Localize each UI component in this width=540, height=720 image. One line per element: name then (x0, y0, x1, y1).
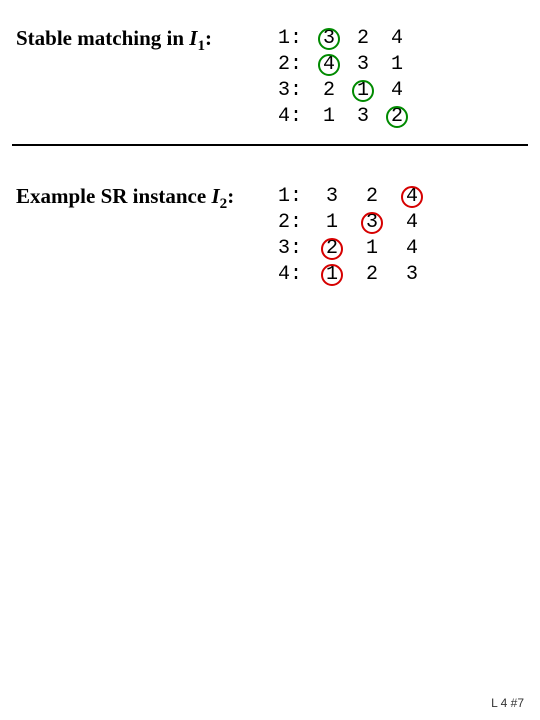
pref-cell: 4 (312, 52, 346, 78)
pref-cell: 4 (392, 184, 432, 210)
label-var: I (211, 184, 219, 208)
row-id: 4: (278, 104, 312, 130)
pref-cell: 2 (312, 78, 346, 104)
pref-cell: 2 (352, 262, 392, 288)
pref-table-1: 1: 3 2 4 2: 4 3 1 3: 2 1 4 4: 1 3 2 (278, 26, 414, 130)
pref-cell: 4 (380, 26, 414, 52)
pref-cell: 3 (392, 262, 432, 288)
pref-cell: 1 (312, 262, 352, 288)
pref-cell: 3 (312, 184, 352, 210)
highlight-circle-icon (321, 264, 343, 286)
pref-cell: 3 (346, 52, 380, 78)
section-example-sr: Example SR instance I2: 1: 3 2 4 2: 1 3 … (0, 146, 540, 288)
label-text-post: : (205, 26, 212, 50)
pref-cell: 1 (312, 104, 346, 130)
label-text-pre: Stable matching in (16, 26, 189, 50)
match-circle-icon (318, 28, 340, 50)
pref-cell: 1 (352, 236, 392, 262)
table-row: 4: 1 3 2 (278, 104, 414, 130)
row-id: 3: (278, 78, 312, 104)
row-id: 1: (278, 184, 312, 210)
table-row: 4: 1 2 3 (278, 262, 432, 288)
table-row: 1: 3 2 4 (278, 184, 432, 210)
slide-footer: L 4 #7 (491, 696, 524, 710)
pref-cell: 1 (380, 52, 414, 78)
match-circle-icon (352, 80, 374, 102)
row-id: 1: (278, 26, 312, 52)
label-text-pre: Example SR instance (16, 184, 211, 208)
highlight-circle-icon (401, 186, 423, 208)
table-row: 2: 1 3 4 (278, 210, 432, 236)
match-circle-icon (386, 106, 408, 128)
row-id: 3: (278, 236, 312, 262)
table-row: 2: 4 3 1 (278, 52, 414, 78)
pref-cell: 4 (392, 236, 432, 262)
pref-cell: 4 (380, 78, 414, 104)
pref-cell: 4 (392, 210, 432, 236)
pref-cell: 2 (380, 104, 414, 130)
highlight-circle-icon (321, 238, 343, 260)
highlight-circle-icon (361, 212, 383, 234)
pref-cell: 3 (346, 104, 380, 130)
row-id: 4: (278, 262, 312, 288)
table-row: 1: 3 2 4 (278, 26, 414, 52)
section-stable-matching: Stable matching in I1: 1: 3 2 4 2: 4 3 1… (0, 0, 540, 130)
match-circle-icon (318, 54, 340, 76)
section-2-label: Example SR instance I2: (16, 184, 278, 209)
pref-cell: 2 (352, 184, 392, 210)
slide: Stable matching in I1: 1: 3 2 4 2: 4 3 1… (0, 0, 540, 720)
pref-cell: 2 (346, 26, 380, 52)
table-row: 3: 2 1 4 (278, 78, 414, 104)
pref-cell: 3 (312, 26, 346, 52)
pref-table-2: 1: 3 2 4 2: 1 3 4 3: 2 1 4 4: 1 2 3 (278, 184, 432, 288)
table-row: 3: 2 1 4 (278, 236, 432, 262)
pref-cell: 3 (352, 210, 392, 236)
label-text-post: : (227, 184, 234, 208)
pref-cell: 2 (312, 236, 352, 262)
label-sub: 1 (197, 38, 205, 54)
pref-cell: 1 (312, 210, 352, 236)
row-id: 2: (278, 210, 312, 236)
pref-cell: 1 (346, 78, 380, 104)
row-id: 2: (278, 52, 312, 78)
section-1-label: Stable matching in I1: (16, 26, 278, 51)
